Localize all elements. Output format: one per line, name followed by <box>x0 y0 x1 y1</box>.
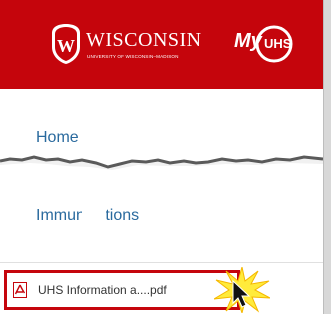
pdf-file-link[interactable]: UHS Information a....pdf <box>13 281 233 301</box>
pdf-file-icon <box>13 282 27 298</box>
myuhs-panel: W WISCONSIN UNIVERSITY OF WISCONSIN–MADI… <box>0 0 324 314</box>
starburst-icon <box>214 267 270 313</box>
svg-text:W: W <box>57 36 75 56</box>
nav-home-link[interactable]: Home <box>36 129 79 147</box>
header-bar: W WISCONSIN UNIVERSITY OF WISCONSIN–MADI… <box>0 0 323 89</box>
uw-crest-icon: W <box>52 24 80 64</box>
uw-wordmark: WISCONSIN <box>86 29 202 51</box>
myuhs-logo-suffix: UHS <box>264 36 292 51</box>
pdf-file-name: UHS Information a....pdf <box>38 283 167 297</box>
torn-edge <box>0 155 323 181</box>
text-smudge <box>82 203 106 227</box>
uw-subtitle: UNIVERSITY OF WISCONSIN–MADISON <box>87 54 179 59</box>
myuhs-logo[interactable]: My UHS <box>234 24 323 64</box>
divider <box>0 262 323 263</box>
file-highlight-box: UHS Information a....pdf <box>4 270 240 310</box>
